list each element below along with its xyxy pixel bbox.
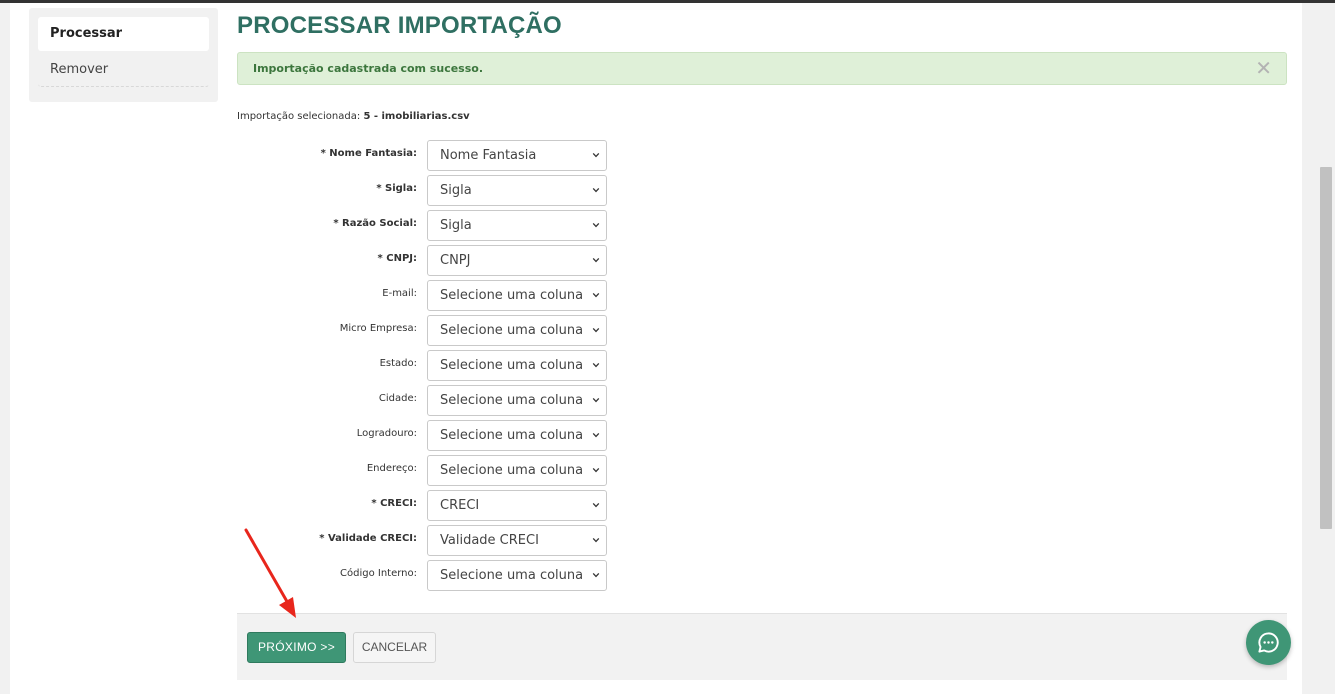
form-footer: PRÓXIMO >> CANCELAR (237, 613, 1287, 680)
column-select[interactable]: Selecione uma coluna (427, 280, 607, 311)
chevron-down-icon (592, 432, 600, 438)
select-value: CNPJ (440, 253, 471, 268)
form-row: E-mail: Selecione uma coluna (237, 280, 617, 311)
cancel-button[interactable]: CANCELAR (353, 632, 436, 663)
column-select[interactable]: CRECI (427, 490, 607, 521)
form-row: Cidade: Selecione uma coluna (237, 385, 617, 416)
page-container: Processar Remover PROCESSAR IMPORTAÇÃO I… (10, 3, 1302, 694)
form-row: Micro Empresa: Selecione uma coluna (237, 315, 617, 346)
chevron-down-icon (592, 572, 600, 578)
form-row: * Razão Social: Sigla (237, 210, 617, 241)
selected-import-value: 5 - imobiliarias.csv (363, 111, 470, 122)
field-label: Cidade: (378, 393, 417, 404)
chevron-down-icon (592, 292, 600, 298)
chevron-down-icon (592, 467, 600, 473)
selected-import-info: Importação selecionada: 5 - imobiliarias… (237, 111, 470, 122)
field-label: * Razão Social: (333, 218, 417, 229)
field-label: * Sigla: (376, 183, 417, 194)
red-arrow-annotation (244, 528, 296, 618)
field-label: Endereço: (366, 463, 417, 474)
select-value: Selecione uma coluna (440, 568, 584, 583)
form-row: * CRECI: CRECI (237, 490, 617, 521)
selected-import-label: Importação selecionada: (237, 111, 361, 122)
column-select[interactable]: Sigla (427, 175, 607, 206)
field-label: * Nome Fantasia: (320, 148, 417, 159)
sidebar: Processar Remover (29, 8, 218, 102)
chevron-down-icon (592, 257, 600, 263)
next-button[interactable]: PRÓXIMO >> (247, 632, 346, 663)
select-value: CRECI (440, 498, 480, 513)
close-icon[interactable]: ✕ (1255, 53, 1272, 84)
chevron-down-icon (592, 327, 600, 333)
chat-button[interactable] (1246, 620, 1291, 665)
form-row: * Sigla: Sigla (237, 175, 617, 206)
column-select[interactable]: Selecione uma coluna (427, 350, 607, 381)
select-value: Sigla (440, 183, 472, 198)
field-label: E-mail: (382, 288, 417, 299)
column-select[interactable]: Selecione uma coluna (427, 455, 607, 486)
chevron-down-icon (592, 187, 600, 193)
column-select[interactable]: Validade CRECI (427, 525, 607, 556)
select-value: Sigla (440, 218, 472, 233)
form-row: * CNPJ: CNPJ (237, 245, 617, 276)
field-label: Estado: (379, 358, 417, 369)
column-select[interactable]: Sigla (427, 210, 607, 241)
field-label: Logradouro: (356, 428, 417, 439)
alert-message: Importação cadastrada com sucesso. (253, 62, 484, 75)
form-row: * Nome Fantasia: Nome Fantasia (237, 140, 617, 171)
field-label: * CRECI: (371, 498, 417, 509)
select-value: Validade CRECI (440, 533, 539, 548)
form-row: Estado: Selecione uma coluna (237, 350, 617, 381)
success-alert: Importação cadastrada com sucesso. ✕ (237, 52, 1287, 85)
chevron-down-icon (592, 152, 600, 158)
chevron-down-icon (592, 362, 600, 368)
column-select[interactable]: CNPJ (427, 245, 607, 276)
chevron-down-icon (592, 537, 600, 543)
column-select[interactable]: Nome Fantasia (427, 140, 607, 171)
column-select[interactable]: Selecione uma coluna (427, 560, 607, 591)
select-value: Selecione uma coluna (440, 288, 584, 303)
scrollbar-thumb[interactable] (1320, 167, 1332, 529)
select-value: Selecione uma coluna (440, 428, 584, 443)
form-row: Endereço: Selecione uma coluna (237, 455, 617, 486)
select-value: Selecione uma coluna (440, 323, 584, 338)
select-value: Selecione uma coluna (440, 358, 584, 373)
select-value: Selecione uma coluna (440, 393, 584, 408)
chevron-down-icon (592, 397, 600, 403)
column-select[interactable]: Selecione uma coluna (427, 420, 607, 451)
column-select[interactable]: Selecione uma coluna (427, 385, 607, 416)
sidebar-item-processar[interactable]: Processar (38, 17, 209, 51)
select-value: Nome Fantasia (440, 148, 537, 163)
field-label: Micro Empresa: (339, 323, 417, 334)
chevron-down-icon (592, 502, 600, 508)
page-scrollbar[interactable] (1318, 3, 1335, 694)
chevron-down-icon (592, 222, 600, 228)
sidebar-item-remover[interactable]: Remover (38, 53, 209, 87)
form-row: Logradouro: Selecione uma coluna (237, 420, 617, 451)
chat-bubble-icon (1258, 632, 1279, 653)
field-label: * CNPJ: (377, 253, 417, 264)
select-value: Selecione uma coluna (440, 463, 584, 478)
column-select[interactable]: Selecione uma coluna (427, 315, 607, 346)
page-title: PROCESSAR IMPORTAÇÃO (237, 12, 562, 39)
